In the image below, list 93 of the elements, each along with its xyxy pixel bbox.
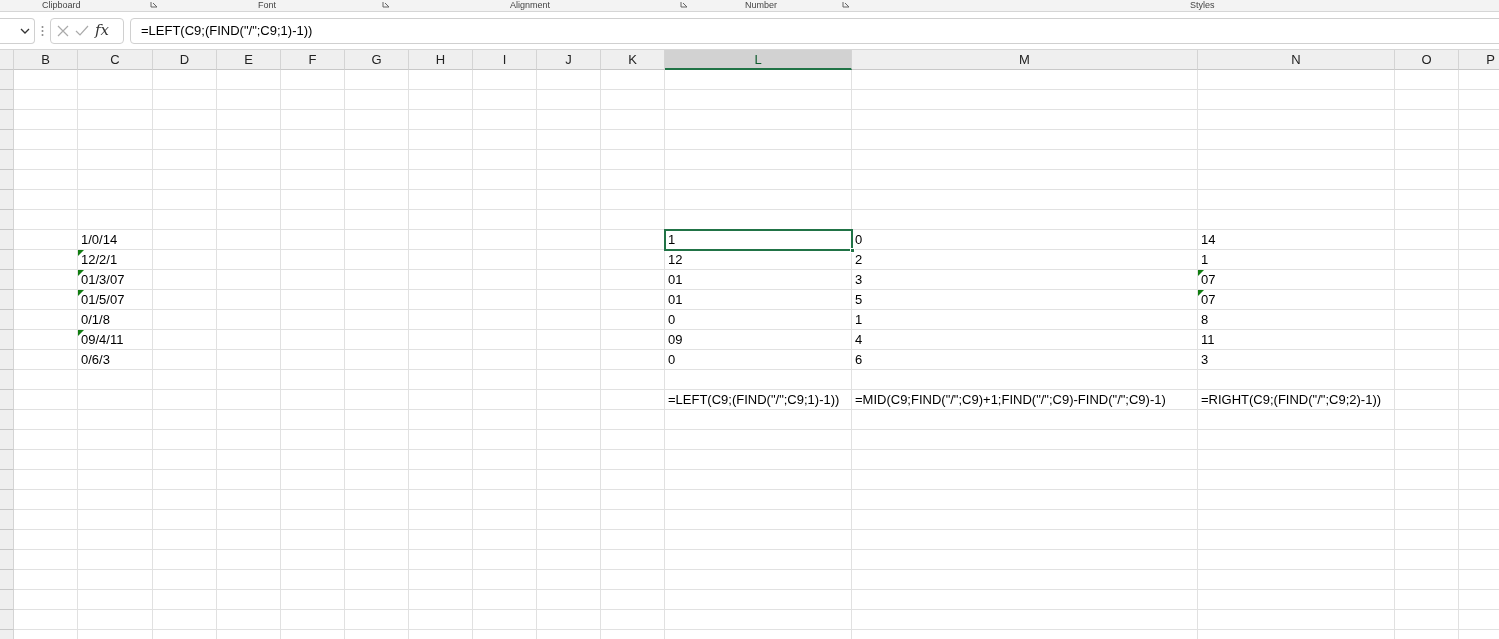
row-header[interactable] xyxy=(0,390,14,410)
cell-text: 8 xyxy=(1201,312,1209,327)
cell-text: 2 xyxy=(855,252,863,267)
dropdown-icon[interactable] xyxy=(20,27,30,34)
row-header[interactable] xyxy=(0,70,14,90)
cell-text: 0/1/8 xyxy=(81,312,110,327)
cell-text: =RIGHT(C9;(FIND("/";C9;2)-1)) xyxy=(1201,392,1382,407)
cell-text: 09 xyxy=(668,332,683,347)
row-header[interactable] xyxy=(0,570,14,590)
row-header[interactable] xyxy=(0,170,14,190)
ribbon-group-label: Styles xyxy=(1190,0,1215,11)
row-header[interactable] xyxy=(0,270,14,290)
dialog-launcher-icon[interactable] xyxy=(680,2,688,8)
column-header[interactable]: N xyxy=(1198,50,1395,70)
ribbon-group-label: Number xyxy=(745,0,777,11)
column-header[interactable]: M xyxy=(852,50,1198,70)
cell-text: 3 xyxy=(1201,352,1209,367)
cell-text: 0 xyxy=(668,352,676,367)
row-header[interactable] xyxy=(0,310,14,330)
column-header[interactable]: E xyxy=(217,50,281,70)
dialog-launcher-icon[interactable] xyxy=(382,2,390,8)
row-header[interactable] xyxy=(0,590,14,610)
cancel-icon[interactable] xyxy=(57,24,69,37)
cell-text: 14 xyxy=(1201,232,1216,247)
cell-text: 07 xyxy=(1201,292,1216,307)
cell-text: 5 xyxy=(855,292,863,307)
ribbon-group-label: Clipboard xyxy=(42,0,81,11)
dialog-launcher-icon[interactable] xyxy=(842,2,850,8)
cell-text: 6 xyxy=(855,352,863,367)
column-header[interactable]: G xyxy=(345,50,409,70)
cell-text: 11 xyxy=(1201,332,1215,347)
ribbon-group-label: Font xyxy=(258,0,276,11)
row-header[interactable] xyxy=(0,290,14,310)
column-header[interactable]: B xyxy=(14,50,78,70)
more-icon xyxy=(41,24,44,37)
row-header[interactable] xyxy=(0,510,14,530)
row-header[interactable] xyxy=(0,450,14,470)
row-header[interactable] xyxy=(0,230,14,250)
column-header[interactable]: H xyxy=(409,50,473,70)
column-header[interactable]: K xyxy=(601,50,665,70)
row-header[interactable] xyxy=(0,410,14,430)
cell-text: 1 xyxy=(855,312,863,327)
cell-text: 1 xyxy=(668,232,676,247)
row-header[interactable] xyxy=(0,150,14,170)
dialog-launcher-icon[interactable] xyxy=(150,2,158,8)
cell-text: 3 xyxy=(855,272,863,287)
row-header[interactable] xyxy=(0,250,14,270)
row-header[interactable] xyxy=(0,610,14,630)
column-header[interactable]: O xyxy=(1395,50,1459,70)
cell-text: 12/2/1 xyxy=(81,252,118,267)
cell-text: 07 xyxy=(1201,272,1216,287)
column-header[interactable]: I xyxy=(473,50,537,70)
cell-text: =LEFT(C9;(FIND("/";C9;1)-1)) xyxy=(668,392,840,407)
cell-text: 01 xyxy=(668,292,683,307)
row-header[interactable] xyxy=(0,350,14,370)
cell-text: 12 xyxy=(668,252,683,267)
row-header[interactable] xyxy=(0,330,14,350)
enter-icon[interactable] xyxy=(75,25,89,36)
row-header[interactable] xyxy=(0,550,14,570)
formula-text: =LEFT(C9;(FIND("/";C9;1)-1)) xyxy=(141,21,313,40)
cell-text: 1 xyxy=(1201,252,1209,267)
row-header[interactable] xyxy=(0,190,14,210)
row-header[interactable] xyxy=(0,530,14,550)
row-header[interactable] xyxy=(0,130,14,150)
row-header[interactable] xyxy=(0,370,14,390)
column-header[interactable]: P xyxy=(1459,50,1499,70)
column-header[interactable]: L xyxy=(665,50,852,70)
cell-text: 4 xyxy=(855,332,863,347)
column-header[interactable]: C xyxy=(78,50,153,70)
row-header[interactable] xyxy=(0,90,14,110)
ribbon-group-label: Alignment xyxy=(510,0,551,11)
formula-field[interactable]: =LEFT(C9;(FIND("/";C9;1)-1)) xyxy=(130,17,1499,44)
cell-text: 0 xyxy=(855,232,863,247)
column-header[interactable]: F xyxy=(281,50,345,70)
row-header[interactable] xyxy=(0,210,14,230)
cell-text: 01 xyxy=(668,272,683,287)
row-header[interactable] xyxy=(0,430,14,450)
select-all-corner[interactable] xyxy=(0,50,14,70)
cell-text: 01/3/07 xyxy=(81,272,125,287)
cell-text: 0/6/3 xyxy=(81,352,110,367)
selected-cell[interactable]: 1 xyxy=(665,230,852,250)
column-header[interactable]: J xyxy=(537,50,601,70)
cell-text: 0 xyxy=(668,312,676,327)
cell-text: 1/0/14 xyxy=(81,232,118,247)
cell-text: 01/5/07 xyxy=(81,292,125,307)
row-header[interactable] xyxy=(0,490,14,510)
row-header[interactable] xyxy=(0,110,14,130)
column-header[interactable]: D xyxy=(153,50,217,70)
insert-function-button[interactable]: fx xyxy=(95,19,109,42)
cell-text: 09/4/11 xyxy=(81,332,124,347)
row-header[interactable] xyxy=(0,470,14,490)
fill-handle[interactable] xyxy=(850,248,855,253)
cell-text: =MID(C9;FIND("/";C9)+1;FIND("/";C9)-FIND("/";C9)-1) xyxy=(855,392,1166,407)
